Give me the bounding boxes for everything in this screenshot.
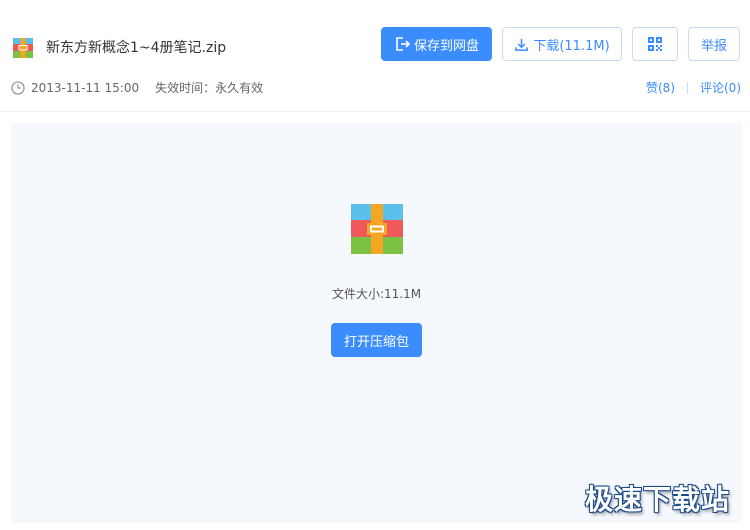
save-button-label: 保存到网盘 (413, 38, 479, 54)
download-button-label: 下载(11.1M) (533, 38, 610, 54)
zip-archive-icon (351, 204, 403, 254)
expire-time: 失效时间：永久有效 (155, 81, 264, 95)
open-archive-button[interactable]: 打开压缩包 (331, 323, 422, 357)
save-export-icon (394, 36, 410, 52)
qrcode-icon (648, 37, 662, 51)
clock-icon (11, 81, 25, 95)
divider (687, 82, 688, 94)
file-title: 新东方新概念1~4册笔记.zip (46, 40, 227, 56)
file-header: 新东方新概念1~4册笔记.zip 保存到网盘 下载(11.1M) 举报 2013… (0, 0, 750, 112)
comment-link[interactable]: 评论(0) (700, 79, 741, 97)
qrcode-button[interactable] (632, 27, 678, 61)
social-actions: 赞(8) 评论(0) (646, 79, 741, 97)
site-watermark: 极速下载站 (584, 483, 730, 516)
file-preview-panel: 文件大小:11.1M 打开压缩包 (11, 123, 742, 523)
file-size-text: 文件大小:11.1M (331, 287, 422, 301)
report-button[interactable]: 举报 (688, 27, 740, 61)
zip-archive-icon (13, 38, 33, 58)
file-meta: 2013-11-11 15:00 失效时间：永久有效 (11, 79, 263, 97)
share-date: 2013-11-11 15:00 (31, 81, 140, 95)
download-icon (514, 37, 529, 52)
download-button[interactable]: 下载(11.1M) (502, 27, 622, 61)
like-link[interactable]: 赞(8) (646, 79, 675, 97)
report-button-label: 举报 (700, 38, 727, 54)
save-to-netdisk-button[interactable]: 保存到网盘 (381, 27, 492, 61)
